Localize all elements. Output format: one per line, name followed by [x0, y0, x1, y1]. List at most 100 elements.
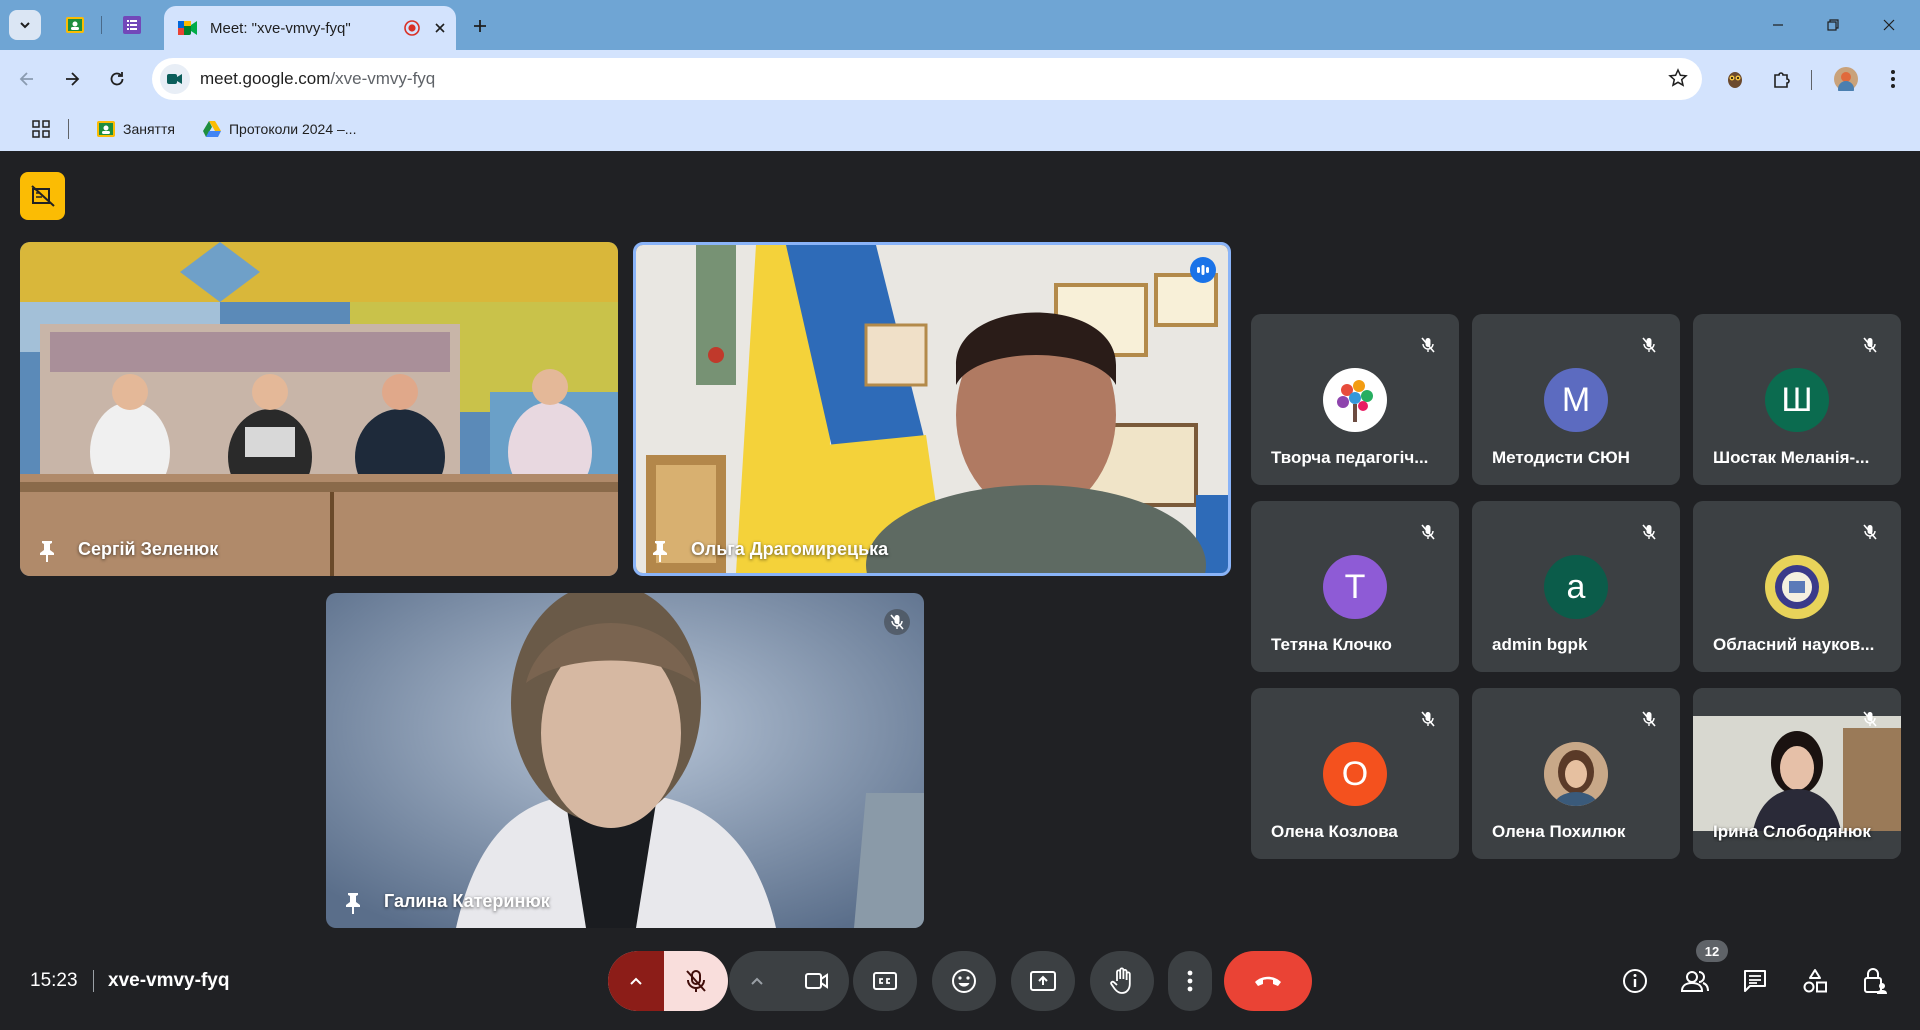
extension-owl-button[interactable]: [1718, 62, 1752, 96]
reload-button[interactable]: [100, 62, 134, 96]
mic-off-icon: [685, 969, 707, 993]
activities-button[interactable]: [1795, 961, 1835, 1001]
restore-button[interactable]: [1810, 10, 1856, 40]
microphone-control: [608, 951, 728, 1011]
chat-button[interactable]: [1735, 961, 1775, 1001]
participant-name: Творча педагогіч...: [1271, 448, 1429, 467]
microphone-toggle-button[interactable]: [664, 951, 728, 1011]
present-to-all-icon: [1029, 970, 1057, 992]
audio-options-button[interactable]: [608, 951, 664, 1011]
kebab-menu-icon: [1187, 970, 1193, 992]
participant-tile[interactable]: О Олена Козлова: [1251, 688, 1459, 859]
shapes-icon: [1802, 968, 1828, 994]
apps-button[interactable]: [24, 120, 50, 138]
participant-name: Сергій Зеленюк: [78, 539, 219, 559]
video-off-icon: [30, 185, 55, 207]
pinned-tab-classroom[interactable]: [60, 11, 90, 39]
owl-extension-icon: [1724, 68, 1746, 90]
back-button[interactable]: [10, 62, 44, 96]
time-separator: [93, 970, 94, 992]
meeting-time: 15:23: [30, 970, 78, 991]
more-options-button[interactable]: [1168, 951, 1212, 1011]
close-tab-icon[interactable]: [434, 22, 446, 34]
participant-tile[interactable]: Олена Похилюк: [1472, 688, 1680, 859]
reactions-button[interactable]: [932, 951, 996, 1011]
apps-grid-icon: [32, 120, 50, 138]
avatar-initial: Т: [1344, 567, 1366, 606]
video-tile-participant[interactable]: Сергій Зеленюк: [20, 242, 618, 576]
puzzle-icon: [1772, 69, 1792, 89]
participant-tile[interactable]: М Методисти СЮН: [1472, 314, 1680, 485]
captions-button[interactable]: [853, 951, 917, 1011]
muted-mic-icon: [1636, 519, 1662, 545]
bookmark-star-icon[interactable]: [1668, 68, 1688, 88]
participant-tile[interactable]: Ш Шостак Меланія-...: [1693, 314, 1901, 485]
participant-tile[interactable]: Обласний науков...: [1693, 501, 1901, 672]
lock-person-icon: [1862, 967, 1888, 995]
video-tile-active-speaker[interactable]: Ольга Драгомирецька: [633, 242, 1231, 576]
muted-mic-icon: [1415, 332, 1441, 358]
drive-icon: [202, 121, 221, 137]
participant-tile[interactable]: a admin bgpk: [1472, 501, 1680, 672]
site-info-button[interactable]: [160, 64, 190, 94]
avatar: [1323, 368, 1387, 432]
meeting-details-button[interactable]: [1615, 961, 1655, 1001]
pin-icon[interactable]: [340, 890, 366, 916]
bookmarks-bar: Заняття Протоколи 2024 –...: [0, 107, 1920, 151]
profile-button[interactable]: [1829, 62, 1863, 96]
video-options-button[interactable]: [729, 951, 785, 1011]
forward-button[interactable]: [55, 62, 89, 96]
pinned-tab-forms[interactable]: [117, 11, 147, 39]
camera-toggle-button[interactable]: [785, 951, 849, 1011]
camera-control: [729, 951, 849, 1011]
profile-avatar-icon: [1834, 67, 1858, 91]
participant-tile[interactable]: Т Тетяна Клочко: [1251, 501, 1459, 672]
participant-video: [326, 593, 924, 928]
tab-search-button[interactable]: [9, 10, 41, 40]
people-button[interactable]: [1675, 961, 1715, 1001]
pin-icon[interactable]: [34, 538, 60, 564]
pin-icon[interactable]: [647, 538, 673, 564]
menu-button[interactable]: [1876, 62, 1910, 96]
no-video-indicator[interactable]: [20, 172, 65, 220]
extensions-button[interactable]: [1765, 62, 1799, 96]
participant-name: Тетяна Клочко: [1271, 635, 1392, 654]
address-bar[interactable]: meet.google.com/xve-vmvy-fyq: [152, 58, 1702, 100]
chat-icon: [1742, 968, 1768, 994]
leave-call-button[interactable]: [1224, 951, 1312, 1011]
meet-icon: [178, 20, 198, 36]
classroom-icon: [97, 121, 115, 137]
close-window-button[interactable]: [1866, 10, 1912, 40]
avatar: М: [1544, 368, 1608, 432]
call-end-icon: [1253, 974, 1283, 988]
meeting-code[interactable]: xve-vmvy-fyq: [108, 970, 229, 992]
tab-strip: Meet: "xve-vmvy-fyq": [0, 0, 1920, 50]
muted-mic-icon: [1857, 519, 1883, 545]
tab-meet[interactable]: Meet: "xve-vmvy-fyq": [164, 6, 456, 50]
tab-separator: [101, 16, 102, 34]
hand-icon: [1110, 967, 1134, 995]
minimize-button[interactable]: [1755, 10, 1801, 40]
avatar-initial: О: [1341, 754, 1369, 793]
avatar: О: [1323, 742, 1387, 806]
avatar-initial: a: [1566, 567, 1586, 606]
browser-chrome: Meet: "xve-vmvy-fyq" meet.google.com/xve…: [0, 0, 1920, 151]
bookmark-classroom[interactable]: Заняття: [89, 121, 175, 137]
classroom-icon: [66, 17, 84, 33]
muted-mic-icon: [1857, 706, 1883, 732]
present-screen-button[interactable]: [1011, 951, 1075, 1011]
chevron-up-icon: [629, 976, 643, 986]
bookmark-protocols[interactable]: Протоколи 2024 –...: [195, 121, 356, 137]
participant-tile[interactable]: Ірина Слободянюк: [1693, 688, 1901, 859]
participant-video: [20, 242, 618, 576]
video-tile-participant[interactable]: Галина Катеринюк: [326, 593, 924, 928]
new-tab-button[interactable]: [466, 12, 494, 40]
raise-hand-button[interactable]: [1090, 951, 1154, 1011]
participant-tile[interactable]: Творча педагогіч...: [1251, 314, 1459, 485]
url-text: meet.google.com/xve-vmvy-fyq: [200, 69, 436, 88]
host-controls-button[interactable]: [1855, 961, 1895, 1001]
muted-mic-icon: [1636, 332, 1662, 358]
muted-mic-icon: [1636, 706, 1662, 732]
participant-name: Шостак Меланія-...: [1713, 448, 1870, 467]
kebab-menu-icon: [1890, 69, 1896, 89]
